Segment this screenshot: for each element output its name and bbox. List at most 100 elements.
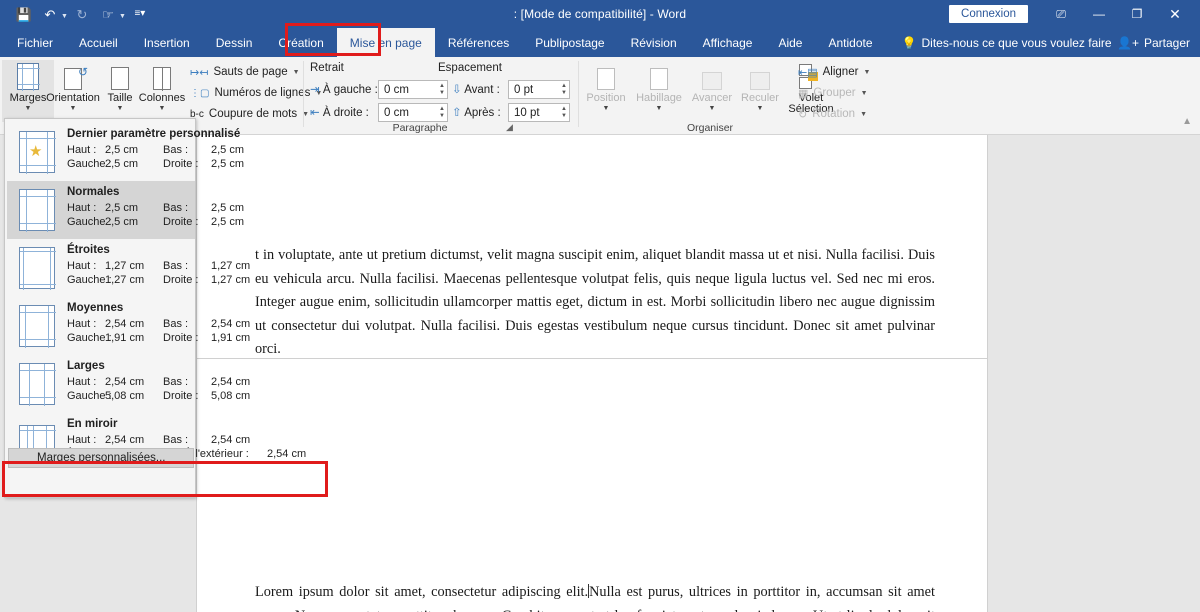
margin-preset-larges[interactable]: Larges Haut : 2,54 cm Bas : 2,54 cm Gauche … <box>7 355 250 413</box>
save-icon[interactable]: 💾 <box>12 2 36 26</box>
close-icon[interactable]: ✕ <box>1156 0 1194 28</box>
taille-dropdown-icon[interactable]: ▼ <box>117 105 124 112</box>
position-dropdown-icon[interactable]: ▼ <box>603 105 610 112</box>
marges-dropdown-icon[interactable]: ▼ <box>25 105 32 112</box>
retrait-droite-input[interactable]: 0 cm ▲ ▼ <box>378 103 448 122</box>
retrait-header: Retrait <box>310 62 344 74</box>
preset-row-top: Haut : 2,5 cm Bas : 2,5 cm <box>67 202 244 214</box>
espacement-apres-value: 10 pt <box>514 106 540 119</box>
reculer-dropdown-icon[interactable]: ▼ <box>757 105 764 112</box>
sign-in-button[interactable]: Connexion <box>949 5 1028 23</box>
exterieur-value: 2,54 cm <box>267 448 307 460</box>
espacement-apres-stepper[interactable]: ▲ ▼ <box>561 104 567 121</box>
retrait-gauche-stepper[interactable]: ▲ ▼ <box>439 81 445 98</box>
gauche-value: 5,08 cm <box>105 390 145 402</box>
preset-name: Moyennes <box>67 302 124 314</box>
marges-personnalisees-item[interactable]: Marges personnalisées... <box>8 448 194 468</box>
droite-label: Droite : <box>163 390 199 402</box>
orientation-dropdown-icon[interactable]: ▼ <box>70 105 77 112</box>
margin-preset-etroites[interactable]: Étroites Haut : 1,27 cm Bas : 1,27 cm Gauch… <box>7 239 250 297</box>
habillage-dropdown-icon[interactable]: ▼ <box>656 105 663 112</box>
minimize-icon[interactable]: — <box>1080 0 1118 28</box>
rotate-icon: ↻ <box>798 108 808 121</box>
droite-label: Droite : <box>163 332 199 344</box>
group-separator-2 <box>578 61 579 127</box>
tell-me-search[interactable]: 💡 Dites-nous ce que vous voulez faire <box>886 28 1112 57</box>
window-controls[interactable]: Connexion ⎚ — ❐ ✕ <box>949 0 1194 28</box>
tab-references[interactable]: Références <box>435 28 522 57</box>
taille-button[interactable]: Taille ▼ <box>100 60 140 122</box>
customize-qat-icon[interactable]: ≡▾ <box>128 2 152 26</box>
tab-insertion[interactable]: Insertion <box>131 28 203 57</box>
coupure-de-mots-button[interactable]: b‑c Coupure de mots ▼ <box>190 104 309 124</box>
collapse-ribbon-icon[interactable]: ▲ <box>1182 116 1192 127</box>
droite-value: 1,91 cm <box>211 332 251 344</box>
sauts-de-page-dropdown-icon[interactable]: ▼ <box>293 69 300 76</box>
grouper-dropdown-icon[interactable]: ▼ <box>861 90 868 97</box>
share-button[interactable]: 👤+ Partager <box>1117 28 1190 57</box>
orientation-button[interactable]: ↺ Orientation ▼ <box>44 60 102 122</box>
orientation-label: Orientation <box>46 92 100 104</box>
haut-value: 2,54 cm <box>105 376 145 388</box>
rotation-button[interactable]: ↻ Rotation ▼ <box>798 104 867 124</box>
colonnes-dropdown-icon[interactable]: ▼ <box>159 105 166 112</box>
margin-preset-normales[interactable]: Normales Haut : 2,5 cm Bas : 2,5 cm Gauche … <box>7 181 244 239</box>
tab-antidote[interactable]: Antidote <box>815 28 885 57</box>
aligner-dropdown-icon[interactable]: ▼ <box>863 69 870 76</box>
redo-icon[interactable]: ↻ <box>70 2 94 26</box>
tab-revision[interactable]: Révision <box>618 28 690 57</box>
gauche-text: À gauche : <box>322 84 378 96</box>
paragraphe-dialog-launcher[interactable]: ◢ <box>506 122 513 133</box>
margin-preview-icon <box>19 363 56 406</box>
grouper-button[interactable]: ▦ Grouper ▼ <box>798 83 868 103</box>
tab-creation[interactable]: Création <box>265 28 336 57</box>
position-button[interactable]: Position ▼ <box>580 60 632 122</box>
margin-preset-moyennes[interactable]: Moyennes Haut : 2,54 cm Bas : 2,54 cm Gauch… <box>7 297 250 355</box>
touch-mode-dropdown-icon[interactable]: ▼ <box>119 13 126 20</box>
undo-icon[interactable]: ↶ <box>38 2 62 26</box>
undo-dropdown-icon[interactable]: ▼ <box>61 13 68 20</box>
retrait-droite-stepper[interactable]: ▲ ▼ <box>439 104 445 121</box>
retrait-droite-value: 0 cm <box>384 106 409 119</box>
espacement-apres-input[interactable]: 10 pt ▲ ▼ <box>508 103 570 122</box>
espacement-avant-stepper[interactable]: ▲ ▼ <box>561 81 567 98</box>
margin-preset-dernier-parametre-personnalise[interactable]: ★ Dernier paramètre personnalisé Haut : 2… <box>7 123 244 181</box>
tab-publipostage[interactable]: Publipostage <box>522 28 617 57</box>
ribbon-tab-bar[interactable]: Fichier Accueil Insertion Dessin Créatio… <box>0 28 1200 57</box>
avancer-dropdown-icon[interactable]: ▼ <box>709 105 716 112</box>
habillage-button[interactable]: Habillage ▼ <box>630 60 688 122</box>
colonnes-button[interactable]: Colonnes ▼ <box>138 60 186 122</box>
droite-value: 5,08 cm <box>211 390 251 402</box>
retrait-droite-label: ⇤ À droite : <box>310 105 369 119</box>
preset-row-top: Haut : 2,5 cm Bas : 2,5 cm <box>67 144 244 156</box>
tab-mise-en-page[interactable]: Mise en page <box>336 28 435 57</box>
tab-dessin[interactable]: Dessin <box>203 28 266 57</box>
tab-affichage[interactable]: Affichage <box>690 28 766 57</box>
tab-aide[interactable]: Aide <box>765 28 815 57</box>
position-label: Position <box>586 92 626 104</box>
espacement-header: Espacement <box>438 62 502 74</box>
marges-dropdown-menu[interactable]: ★ Dernier paramètre personnalisé Haut : 2… <box>4 118 306 498</box>
rotation-dropdown-icon[interactable]: ▼ <box>860 111 867 118</box>
reculer-button[interactable]: Reculer ▼ <box>734 60 786 122</box>
touch-mode-icon[interactable]: ☞ <box>96 2 120 26</box>
tab-fichier[interactable]: Fichier <box>4 28 66 57</box>
quick-access-toolbar[interactable]: 💾 ↶ ▼ ↻ ☞ ▼ ≡▾ <box>12 0 152 28</box>
haut-value: 2,54 cm <box>105 434 145 446</box>
restore-icon[interactable]: ❐ <box>1118 0 1156 28</box>
ribbon-display-options-icon[interactable]: ⎚ <box>1042 0 1080 28</box>
title-bar: : [Mode de compatibilité] - Word 💾 ↶ ▼ ↻… <box>0 0 1200 28</box>
retrait-gauche-input[interactable]: 0 cm ▲ ▼ <box>378 80 448 99</box>
espacement-avant-input[interactable]: 0 pt ▲ ▼ <box>508 80 570 99</box>
bas-label: Bas : <box>163 318 189 330</box>
bas-label: Bas : <box>163 434 189 446</box>
haut-label: Haut : <box>67 434 97 446</box>
avancer-button[interactable]: Avancer ▼ <box>686 60 738 122</box>
sauts-de-page-button[interactable]: ↦↤ Sauts de page ▼ <box>190 62 300 82</box>
gauche-label: Gauche : <box>67 332 112 344</box>
aligner-button[interactable]: ⇤▤ Aligner ▼ <box>798 62 870 82</box>
bas-value: 2,5 cm <box>211 144 245 156</box>
preset-name: Dernier paramètre personnalisé <box>67 128 241 140</box>
tab-accueil[interactable]: Accueil <box>66 28 131 57</box>
orientation-icon: ↺ <box>64 60 88 90</box>
